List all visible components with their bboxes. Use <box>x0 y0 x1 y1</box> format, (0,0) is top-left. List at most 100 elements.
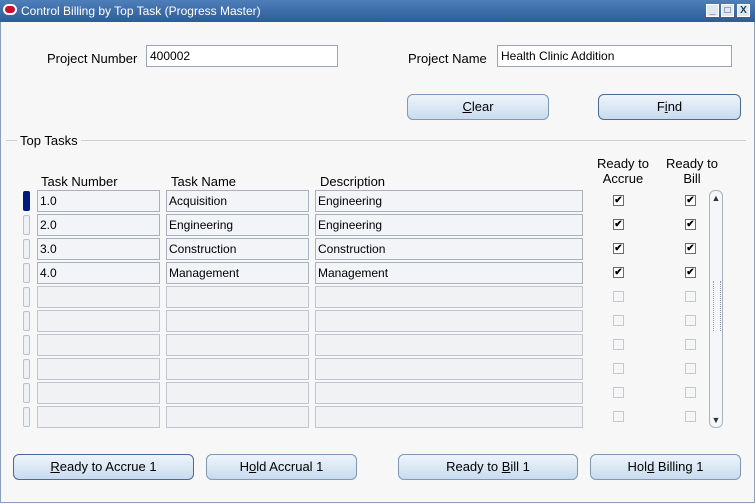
ready-to-bill-pre: Ready to <box>446 459 502 474</box>
row-indicator[interactable] <box>23 359 30 379</box>
task-name-cell[interactable] <box>166 406 309 428</box>
hold-accrual-post: ld Accrual 1 <box>256 459 324 474</box>
task-name-cell[interactable] <box>166 382 309 404</box>
ready-to-bill-checkbox[interactable] <box>685 339 696 350</box>
description-cell[interactable]: Engineering <box>315 190 583 212</box>
task-number-cell[interactable] <box>37 286 160 308</box>
ready-to-bill-checkbox[interactable] <box>685 411 696 422</box>
task-number-cell[interactable] <box>37 334 160 356</box>
column-header-ready-to-accrue: Ready to Accrue <box>590 156 656 186</box>
row-indicator[interactable] <box>23 191 30 211</box>
row-indicator[interactable] <box>23 215 30 235</box>
task-name-cell[interactable] <box>166 286 309 308</box>
row-indicator[interactable] <box>23 287 30 307</box>
hold-accrual-pre: H <box>239 459 249 474</box>
ready-to-bill-checkbox[interactable] <box>685 363 696 374</box>
task-number-cell[interactable] <box>37 358 160 380</box>
task-name-cell[interactable] <box>166 310 309 332</box>
hold-billing-button[interactable]: Hold Billing 1 <box>590 454 741 480</box>
ready-to-accrue-accel: R <box>50 459 60 474</box>
project-number-label: Project Number <box>47 51 138 66</box>
ready-to-bill-checkbox[interactable]: ✔ <box>685 219 696 230</box>
ready-to-accrue-checkbox[interactable] <box>613 291 624 302</box>
hold-billing-post: Billing 1 <box>654 459 704 474</box>
ready-to-accrue-checkbox[interactable]: ✔ <box>613 219 624 230</box>
ready-to-accrue-checkbox[interactable] <box>613 315 624 326</box>
description-cell[interactable] <box>315 334 583 356</box>
close-button[interactable]: X <box>737 4 750 17</box>
ready-to-accrue-checkbox[interactable] <box>613 339 624 350</box>
accrue-header-line1: Ready to <box>596 156 650 171</box>
row-indicator[interactable] <box>23 239 30 259</box>
title-bar: Control Billing by Top Task (Progress Ma… <box>0 0 755 22</box>
column-header-description: Description <box>320 174 386 189</box>
description-cell[interactable]: Management <box>315 262 583 284</box>
row-indicator[interactable] <box>23 335 30 355</box>
task-name-cell[interactable]: Acquisition <box>166 190 309 212</box>
task-name-cell[interactable]: Engineering <box>166 214 309 236</box>
clear-label-post: lear <box>471 99 494 114</box>
ready-to-accrue-checkbox[interactable] <box>613 363 624 374</box>
task-number-cell[interactable]: 4.0 <box>37 262 160 284</box>
ready-to-bill-checkbox[interactable] <box>685 291 696 302</box>
accrue-header-line2: Accrue <box>602 171 644 186</box>
clear-button[interactable]: Clear <box>407 94 549 120</box>
scroll-thumb[interactable] <box>713 281 721 331</box>
ready-to-accrue-checkbox[interactable] <box>613 411 624 422</box>
ready-to-bill-checkbox[interactable]: ✔ <box>685 243 696 254</box>
task-number-cell[interactable] <box>37 382 160 404</box>
section-divider <box>6 140 746 141</box>
ready-to-accrue-checkbox[interactable]: ✔ <box>613 243 624 254</box>
description-cell[interactable]: Construction <box>315 238 583 260</box>
ready-to-accrue-button[interactable]: Ready to Accrue 1 <box>13 454 194 480</box>
task-number-cell[interactable]: 3.0 <box>37 238 160 260</box>
scroll-down-icon[interactable]: ▼ <box>710 415 722 425</box>
task-number-cell[interactable]: 1.0 <box>37 190 160 212</box>
row-indicator[interactable] <box>23 383 30 403</box>
column-header-task-number: Task Number <box>41 174 118 189</box>
task-name-cell[interactable] <box>166 334 309 356</box>
window-title: Control Billing by Top Task (Progress Ma… <box>21 4 261 18</box>
ready-to-bill-checkbox[interactable]: ✔ <box>685 195 696 206</box>
find-label-pre: F <box>656 99 665 114</box>
ready-to-bill-checkbox[interactable]: ✔ <box>685 267 696 278</box>
project-number-field[interactable]: 400002 <box>146 45 338 67</box>
column-header-task-name: Task Name <box>171 174 237 189</box>
find-button[interactable]: Find <box>598 94 741 120</box>
ready-to-accrue-checkbox[interactable] <box>613 387 624 398</box>
task-name-cell[interactable]: Construction <box>166 238 309 260</box>
minimize-button[interactable]: _ <box>706 4 719 17</box>
ready-to-bill-checkbox[interactable] <box>685 387 696 398</box>
description-cell[interactable] <box>315 382 583 404</box>
description-cell[interactable] <box>315 406 583 428</box>
oracle-logo-icon <box>3 4 17 15</box>
ready-to-accrue-checkbox[interactable]: ✔ <box>613 267 624 278</box>
clear-accel: C <box>462 99 472 114</box>
description-cell[interactable] <box>315 310 583 332</box>
table-scrollbar[interactable]: ▲ ▼ <box>709 190 723 428</box>
description-cell[interactable] <box>315 286 583 308</box>
task-name-cell[interactable] <box>166 358 309 380</box>
hold-accrual-button[interactable]: Hold Accrual 1 <box>206 454 357 480</box>
column-header-ready-to-bill: Ready to Bill <box>660 156 724 186</box>
find-label-post: nd <box>667 99 683 114</box>
description-cell[interactable]: Engineering <box>315 214 583 236</box>
ready-to-bill-button[interactable]: Ready to Bill 1 <box>398 454 578 480</box>
maximize-button[interactable]: □ <box>721 4 734 17</box>
bill-header-line2: Bill <box>683 171 701 186</box>
ready-to-accrue-checkbox[interactable]: ✔ <box>613 195 624 206</box>
project-name-field[interactable]: Health Clinic Addition <box>497 45 732 67</box>
top-tasks-section-label: Top Tasks <box>17 133 81 148</box>
task-name-cell[interactable]: Management <box>166 262 309 284</box>
scroll-up-icon[interactable]: ▲ <box>710 193 722 203</box>
task-number-cell[interactable] <box>37 310 160 332</box>
row-indicator[interactable] <box>23 263 30 283</box>
row-indicator[interactable] <box>23 407 30 427</box>
row-indicator[interactable] <box>23 311 30 331</box>
ready-to-accrue-post: eady to Accrue 1 <box>59 459 157 474</box>
task-number-cell[interactable] <box>37 406 160 428</box>
description-cell[interactable] <box>315 358 583 380</box>
ready-to-bill-post: ill 1 <box>510 459 530 474</box>
task-number-cell[interactable]: 2.0 <box>37 214 160 236</box>
ready-to-bill-checkbox[interactable] <box>685 315 696 326</box>
